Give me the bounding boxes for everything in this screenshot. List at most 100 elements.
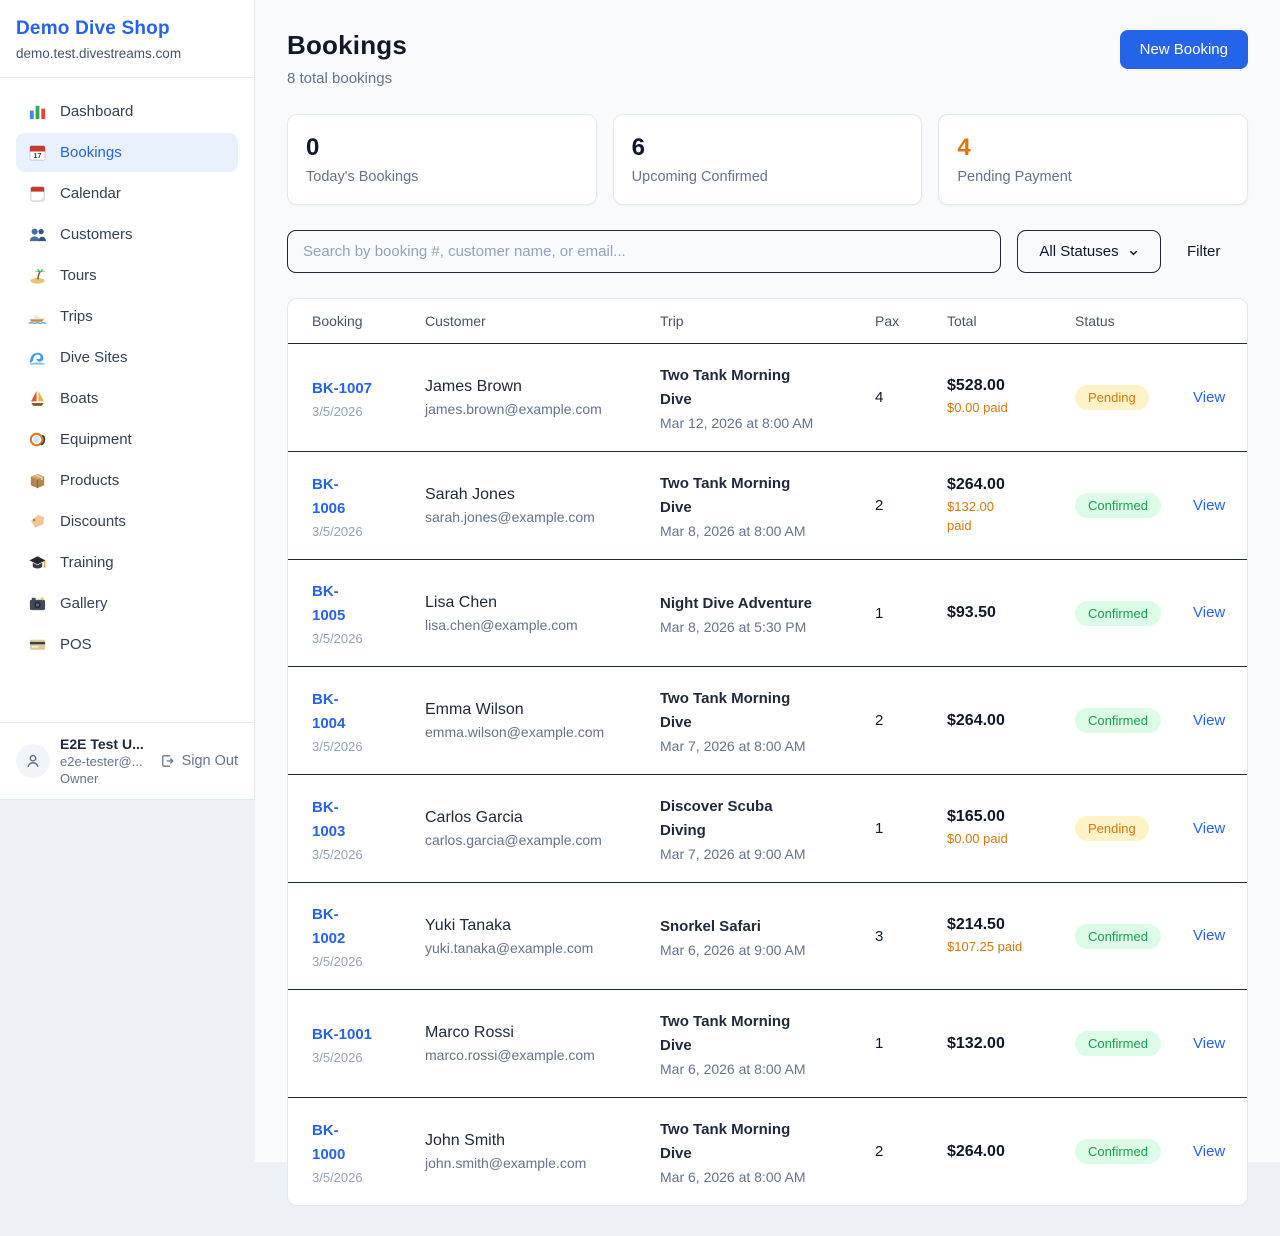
customer-name: Yuki Tanaka xyxy=(425,917,646,935)
view-link[interactable]: View xyxy=(1193,1143,1225,1160)
pax-count: 2 xyxy=(875,497,947,514)
sidebar-item-label: Gallery xyxy=(60,595,108,612)
status-filter-select[interactable]: All Statuses xyxy=(1017,230,1161,273)
trip-name: Two Tank Morning Dive xyxy=(660,364,861,412)
package-icon xyxy=(28,471,47,490)
view-link[interactable]: View xyxy=(1193,604,1225,621)
booking-id-link[interactable]: BK- 1003 xyxy=(312,796,345,844)
status-badge: Pending xyxy=(1075,385,1149,410)
sidebar-item-training[interactable]: Training xyxy=(16,543,238,582)
sidebar-item-customers[interactable]: Customers xyxy=(16,215,238,254)
customer-name: James Brown xyxy=(425,378,646,396)
booking-date: 3/5/2026 xyxy=(312,847,411,862)
booking-date: 3/5/2026 xyxy=(312,1050,411,1065)
stat-value: 0 xyxy=(306,134,578,162)
booking-id-link[interactable]: BK-1007 xyxy=(312,377,372,401)
table-header-row: Booking Customer Trip Pax Total Status xyxy=(288,299,1247,344)
page-subtitle: 8 total bookings xyxy=(287,70,407,87)
sidebar-item-products[interactable]: Products xyxy=(16,461,238,500)
paid-amount: $0.00 paid xyxy=(947,399,1061,418)
customer-email: emma.wilson@example.com xyxy=(425,724,646,740)
sidebar: Demo Dive Shop demo.test.divestreams.com… xyxy=(0,0,255,800)
sidebar-item-gallery[interactable]: Gallery xyxy=(16,584,238,623)
sidebar-item-label: Dive Sites xyxy=(60,349,128,366)
search-input[interactable] xyxy=(287,230,1001,273)
booking-id-link[interactable]: BK- 1004 xyxy=(312,688,345,736)
sidebar-item-label: Training xyxy=(60,554,114,571)
sidebar-item-label: Bookings xyxy=(60,144,122,161)
tear-off-calendar-icon xyxy=(28,184,47,203)
trip-datetime: Mar 12, 2026 at 8:00 AM xyxy=(660,415,861,431)
sidebar-item-trips[interactable]: Trips xyxy=(16,297,238,336)
status-badge: Confirmed xyxy=(1075,708,1161,733)
page-title: Bookings xyxy=(287,30,407,61)
stat-label: Today's Bookings xyxy=(306,169,578,185)
total-amount: $264.00 xyxy=(947,1143,1061,1161)
trip-name: Snorkel Safari xyxy=(660,915,861,939)
total-amount: $132.00 xyxy=(947,1035,1061,1053)
customer-email: james.brown@example.com xyxy=(425,401,646,417)
sidebar-item-equipment[interactable]: Equipment xyxy=(16,420,238,459)
view-link[interactable]: View xyxy=(1193,820,1225,837)
sidebar-item-boats[interactable]: Boats xyxy=(16,379,238,418)
trip-name: Two Tank Morning Dive xyxy=(660,1010,861,1058)
trip-name: Discover Scuba Diving xyxy=(660,795,861,843)
view-link[interactable]: View xyxy=(1193,389,1225,406)
bar-chart-icon xyxy=(28,102,47,121)
booking-id-link[interactable]: BK- 1005 xyxy=(312,580,345,628)
trip-datetime: Mar 8, 2026 at 8:00 AM xyxy=(660,523,861,539)
shop-name[interactable]: Demo Dive Shop xyxy=(16,18,238,40)
booking-id-link[interactable]: BK- 1002 xyxy=(312,903,345,951)
main-content: Bookings 8 total bookings New Booking 0 … xyxy=(255,0,1280,1236)
view-link[interactable]: View xyxy=(1193,927,1225,944)
sidebar-item-label: POS xyxy=(60,636,92,653)
sidebar-item-dive-sites[interactable]: Dive Sites xyxy=(16,338,238,377)
sidebar-item-tours[interactable]: Tours xyxy=(16,256,238,295)
filter-button[interactable]: Filter xyxy=(1177,243,1230,260)
status-badge: Confirmed xyxy=(1075,1031,1161,1056)
booking-date: 3/5/2026 xyxy=(312,739,411,754)
trip-name: Two Tank Morning Dive xyxy=(660,687,861,735)
column-header-pax: Pax xyxy=(875,313,947,329)
speedboat-icon xyxy=(28,307,47,326)
table-row: BK- 1000 3/5/2026 John Smith john.smith@… xyxy=(288,1098,1247,1205)
paid-amount: $0.00 paid xyxy=(947,830,1061,849)
graduation-cap-icon xyxy=(28,553,47,572)
new-booking-button[interactable]: New Booking xyxy=(1120,30,1248,69)
sidebar-item-label: Dashboard xyxy=(60,103,133,120)
stat-card: 4 Pending Payment xyxy=(938,114,1248,205)
sidebar-item-calendar[interactable]: Calendar xyxy=(16,174,238,213)
sidebar-item-discounts[interactable]: Discounts xyxy=(16,502,238,541)
status-badge: Confirmed xyxy=(1075,601,1161,626)
trip-datetime: Mar 7, 2026 at 9:00 AM xyxy=(660,846,861,862)
table-row: BK- 1002 3/5/2026 Yuki Tanaka yuki.tanak… xyxy=(288,883,1247,990)
paid-amount: $132.00 paid xyxy=(947,498,1061,536)
customer-name: Marco Rossi xyxy=(425,1024,646,1042)
view-link[interactable]: View xyxy=(1193,712,1225,729)
view-link[interactable]: View xyxy=(1193,497,1225,514)
sign-out-icon xyxy=(160,753,176,769)
booking-id-link[interactable]: BK- 1000 xyxy=(312,1119,345,1167)
total-amount: $264.00 xyxy=(947,712,1061,730)
island-icon xyxy=(28,266,47,285)
booking-id-link[interactable]: BK-1001 xyxy=(312,1023,372,1047)
table-row: BK- 1005 3/5/2026 Lisa Chen lisa.chen@ex… xyxy=(288,560,1247,667)
table-row: BK- 1004 3/5/2026 Emma Wilson emma.wilso… xyxy=(288,667,1247,775)
tag-icon xyxy=(28,512,47,531)
total-amount: $264.00 xyxy=(947,476,1061,494)
sidebar-item-dashboard[interactable]: Dashboard xyxy=(16,92,238,131)
customer-email: carlos.garcia@example.com xyxy=(425,832,646,848)
pax-count: 1 xyxy=(875,1035,947,1052)
sidebar-item-bookings[interactable]: 17 Bookings xyxy=(16,133,238,172)
stats-row: 0 Today's Bookings 6 Upcoming Confirmed … xyxy=(287,114,1248,205)
view-link[interactable]: View xyxy=(1193,1035,1225,1052)
svg-text:17: 17 xyxy=(34,152,42,160)
sidebar-item-pos[interactable]: POS xyxy=(16,625,238,664)
sign-out-button[interactable]: Sign Out xyxy=(160,753,238,769)
user-texts: E2E Test U... e2e-tester@... Owner xyxy=(60,736,150,786)
avatar xyxy=(16,744,50,778)
column-header-customer: Customer xyxy=(425,313,660,329)
booking-date: 3/5/2026 xyxy=(312,1170,411,1185)
booking-id-link[interactable]: BK- 1006 xyxy=(312,473,345,521)
sidebar-nav: Dashboard 17 Bookings Calendar Customers… xyxy=(0,78,254,680)
